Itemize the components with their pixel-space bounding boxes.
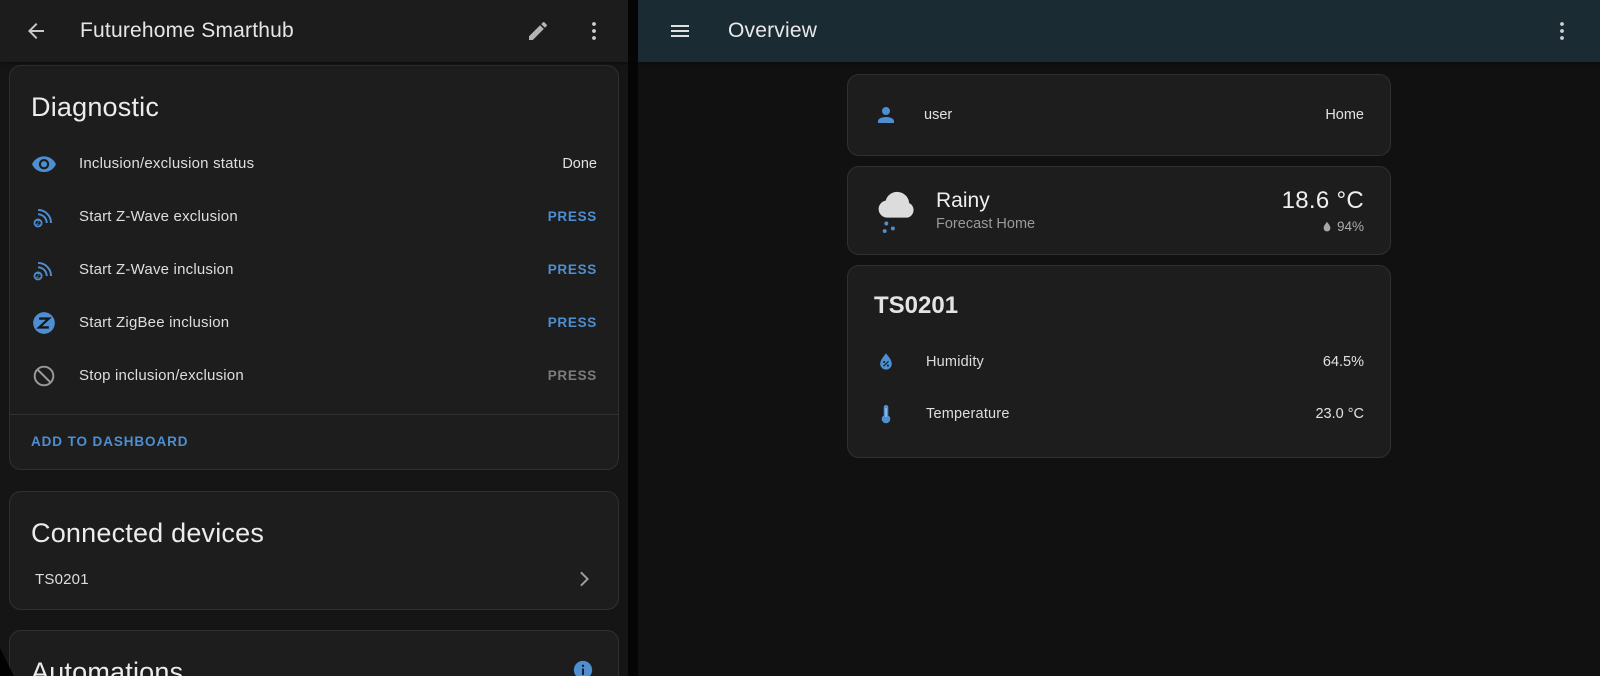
- entity-row-humidity[interactable]: Humidity 64.5%: [848, 336, 1390, 388]
- entity-label: Temperature: [926, 406, 1315, 422]
- block-icon: [31, 363, 57, 389]
- hamburger-icon: [668, 19, 692, 43]
- menu-button[interactable]: [666, 17, 694, 45]
- weather-humidity: 94%: [1320, 219, 1364, 234]
- device-list-item[interactable]: TS0201: [10, 563, 618, 609]
- press-button[interactable]: PRESS: [548, 262, 597, 277]
- row-label: Start Z-Wave inclusion: [79, 261, 548, 278]
- press-button-disabled: PRESS: [548, 368, 597, 383]
- automations-title-row: Automations: [10, 631, 618, 676]
- row-zigbee-inclusion[interactable]: Start ZigBee inclusion PRESS: [10, 296, 618, 349]
- device-config-panel: Futurehome Smarthub Diagnostic Inclusion…: [0, 0, 628, 676]
- water-drop-icon: [1320, 220, 1334, 234]
- humidity-icon: [874, 349, 900, 375]
- weather-card[interactable]: Rainy Forecast Home 18.6 °C 94%: [847, 166, 1391, 255]
- connected-devices-card: Connected devices TS0201: [9, 491, 619, 610]
- zwave-icon: Z: [31, 257, 57, 283]
- row-stop-inclusion: Stop inclusion/exclusion PRESS: [10, 349, 618, 402]
- press-button[interactable]: PRESS: [548, 315, 597, 330]
- user-card[interactable]: user Home: [847, 74, 1391, 156]
- entity-value: 23.0 °C: [1315, 406, 1364, 422]
- row-label: Start ZigBee inclusion: [79, 314, 548, 331]
- overview-panel: Overview user Home Rainy Forecast Ho: [638, 0, 1600, 676]
- diagnostic-card: Diagnostic Inclusion/exclusion status Do…: [9, 65, 619, 470]
- svg-text:Z: Z: [36, 220, 40, 227]
- dots-vertical-icon: [582, 19, 606, 43]
- left-panel-title: Futurehome Smarthub: [80, 19, 294, 43]
- weather-right: 18.6 °C 94%: [1282, 187, 1364, 234]
- eye-icon: [31, 151, 57, 177]
- row-label: Inclusion/exclusion status: [79, 155, 562, 172]
- edit-button[interactable]: [524, 17, 552, 45]
- overview-title: Overview: [728, 19, 817, 43]
- info-icon[interactable]: [572, 659, 594, 676]
- weather-main: Rainy Forecast Home: [936, 189, 1035, 232]
- entity-label: Humidity: [926, 354, 1323, 370]
- row-zwave-exclusion[interactable]: Z Start Z-Wave exclusion PRESS: [10, 190, 618, 243]
- zwave-icon: Z: [31, 204, 57, 230]
- diagnostic-title: Diagnostic: [10, 66, 618, 137]
- weather-temperature: 18.6 °C: [1282, 187, 1364, 215]
- entity-card-title: TS0201: [848, 266, 1390, 336]
- weather-condition: Rainy: [936, 189, 1035, 213]
- row-label: Start Z-Wave exclusion: [79, 208, 548, 225]
- weather-rainy-icon: [874, 186, 920, 236]
- diagnostic-card-footer: ADD TO DASHBOARD: [10, 414, 618, 469]
- connected-devices-title: Connected devices: [10, 492, 618, 563]
- left-overflow-menu-button[interactable]: [580, 17, 608, 45]
- panel-divider: [628, 0, 638, 676]
- right-overflow-menu-button[interactable]: [1548, 17, 1576, 45]
- row-inclusion-status: Inclusion/exclusion status Done: [10, 137, 618, 190]
- person-icon: [874, 103, 898, 127]
- entity-row-temperature[interactable]: Temperature 23.0 °C: [848, 388, 1390, 440]
- user-location: Home: [1325, 107, 1364, 123]
- automations-card: Automations: [9, 630, 619, 676]
- row-zwave-inclusion[interactable]: Z Start Z-Wave inclusion PRESS: [10, 243, 618, 296]
- row-value: Done: [562, 156, 597, 172]
- weather-humidity-value: 94%: [1337, 219, 1364, 234]
- right-app-bar: Overview: [638, 0, 1600, 62]
- user-name: user: [924, 107, 952, 123]
- dashboard-content: user Home Rainy Forecast Home 18.6 °C 94…: [638, 62, 1600, 458]
- device-name: TS0201: [35, 571, 573, 588]
- entity-value: 64.5%: [1323, 354, 1364, 370]
- entity-card: TS0201 Humidity 64.5% Temperature 23.0 °…: [847, 265, 1391, 458]
- svg-text:Z: Z: [36, 273, 40, 280]
- weather-subtitle: Forecast Home: [936, 216, 1035, 232]
- dots-vertical-icon: [1550, 19, 1574, 43]
- automations-title: Automations: [10, 631, 204, 676]
- row-label: Stop inclusion/exclusion: [79, 367, 548, 384]
- pencil-icon: [526, 19, 550, 43]
- left-app-bar: Futurehome Smarthub: [0, 0, 628, 62]
- zigbee-icon: [31, 310, 57, 336]
- add-to-dashboard-button[interactable]: ADD TO DASHBOARD: [31, 434, 188, 449]
- back-button[interactable]: [22, 17, 50, 45]
- arrow-left-icon: [24, 19, 48, 43]
- thermometer-icon: [874, 401, 900, 427]
- chevron-right-icon: [573, 567, 597, 591]
- press-button[interactable]: PRESS: [548, 209, 597, 224]
